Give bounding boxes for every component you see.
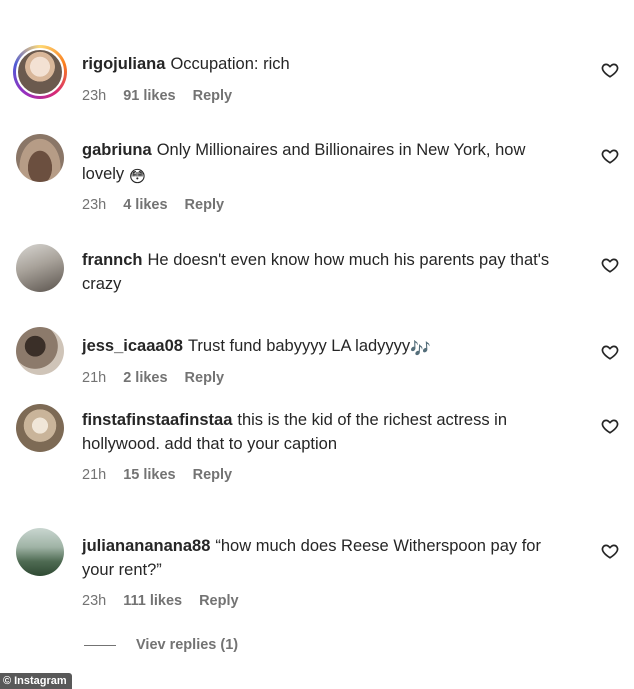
comment-text: rigojuliana Occupation: rich bbox=[82, 52, 562, 76]
comment-username[interactable]: julianananana88 bbox=[82, 537, 210, 555]
comment-text: frannch He doesn't even know how much his… bbox=[82, 248, 562, 296]
comment-text: julianananana88 “how much does Reese With… bbox=[82, 534, 562, 582]
comment-text: jess_icaaa08 Trust fund babyyyy LA ladyyy… bbox=[82, 334, 562, 361]
comment-time: 23h bbox=[82, 593, 107, 609]
comment-time: 23h bbox=[82, 88, 107, 104]
comment-likes[interactable]: 4 likes bbox=[123, 197, 167, 213]
avatar[interactable] bbox=[13, 45, 67, 99]
reply-button[interactable]: Reply bbox=[193, 88, 233, 104]
comment-likes[interactable]: 2 likes bbox=[123, 370, 167, 386]
comment-likes[interactable]: 91 likes bbox=[123, 88, 175, 104]
divider-line bbox=[84, 644, 116, 646]
comment-username[interactable]: gabriuna bbox=[82, 141, 152, 159]
flushed-face-emoji: 😳 bbox=[128, 168, 146, 186]
comment-meta: 21h 2 likes Reply bbox=[82, 370, 224, 386]
comment-body: He doesn't even know how much his parent… bbox=[82, 251, 550, 293]
copyright-icon: © bbox=[3, 675, 12, 687]
instagram-watermark: © Instagram bbox=[0, 673, 72, 689]
comment-likes[interactable]: 15 likes bbox=[123, 467, 175, 483]
avatar-image bbox=[16, 48, 64, 96]
view-replies-button[interactable]: Viev replies (1) bbox=[84, 637, 238, 653]
comment-time: 21h bbox=[82, 467, 107, 483]
music-notes-emoji: 🎶 bbox=[410, 340, 431, 358]
reply-button[interactable]: Reply bbox=[185, 197, 225, 213]
avatar[interactable] bbox=[16, 244, 64, 292]
comment-username[interactable]: finstafinstaafinstaa bbox=[82, 411, 232, 429]
comment-body: Trust fund babyyyy LA ladyyyy bbox=[187, 337, 411, 355]
heart-outline-icon[interactable] bbox=[601, 343, 619, 361]
watermark-label: Instagram bbox=[14, 675, 67, 687]
comment-username[interactable]: jess_icaaa08 bbox=[82, 337, 183, 355]
comment-likes[interactable]: 111 likes bbox=[123, 593, 182, 609]
avatar[interactable] bbox=[16, 404, 64, 452]
comment-text: gabriuna Only Millionaires and Billionair… bbox=[82, 138, 562, 189]
view-replies-label: Viev replies (1) bbox=[136, 637, 239, 653]
heart-outline-icon[interactable] bbox=[601, 542, 619, 560]
comment-username[interactable]: rigojuliana bbox=[82, 55, 165, 73]
avatar[interactable] bbox=[16, 327, 64, 375]
comment-time: 21h bbox=[82, 370, 107, 386]
heart-outline-icon[interactable] bbox=[601, 147, 619, 165]
comment-meta: 23h 111 likes Reply bbox=[82, 593, 239, 609]
heart-outline-icon[interactable] bbox=[601, 256, 619, 274]
heart-outline-icon[interactable] bbox=[601, 61, 619, 79]
reply-button[interactable]: Reply bbox=[199, 593, 239, 609]
avatar[interactable] bbox=[16, 134, 64, 182]
avatar[interactable] bbox=[16, 528, 64, 576]
reply-button[interactable]: Reply bbox=[185, 370, 225, 386]
reply-button[interactable]: Reply bbox=[193, 467, 233, 483]
comment-meta: 21h 15 likes Reply bbox=[82, 467, 232, 483]
heart-outline-icon[interactable] bbox=[601, 417, 619, 435]
comment-time: 23h bbox=[82, 197, 107, 213]
comment-meta: 23h 91 likes Reply bbox=[82, 88, 232, 104]
comment-body: Occupation: rich bbox=[170, 55, 290, 73]
comment-text: finstafinstaafinstaa this is the kid of t… bbox=[82, 408, 562, 456]
comment-meta: 23h 4 likes Reply bbox=[82, 197, 224, 213]
comment-username[interactable]: frannch bbox=[82, 251, 143, 269]
